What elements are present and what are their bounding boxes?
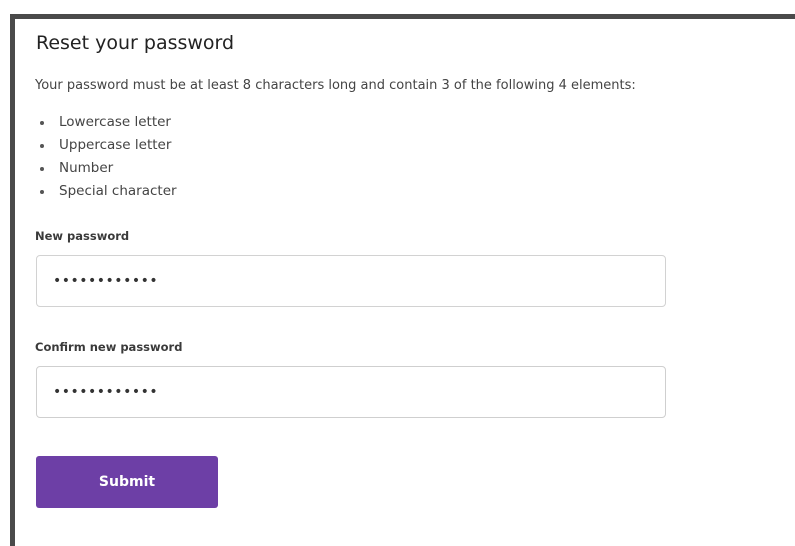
requirement-lowercase: Lowercase letter: [35, 111, 177, 134]
submit-button[interactable]: Submit: [36, 456, 218, 508]
requirement-special-character: Special character: [35, 180, 177, 203]
requirement-number: Number: [35, 157, 177, 180]
new-password-label: New password: [35, 229, 130, 243]
page-title: Reset your password: [36, 32, 235, 54]
confirm-password-label: Confirm new password: [35, 340, 183, 354]
confirm-password-field[interactable]: [36, 366, 666, 418]
password-requirements-list: Lowercase letter Uppercase letter Number…: [35, 111, 177, 203]
password-requirements-intro: Your password must be at least 8 charact…: [35, 78, 636, 93]
requirement-uppercase: Uppercase letter: [35, 134, 177, 157]
new-password-field[interactable]: [36, 255, 666, 307]
